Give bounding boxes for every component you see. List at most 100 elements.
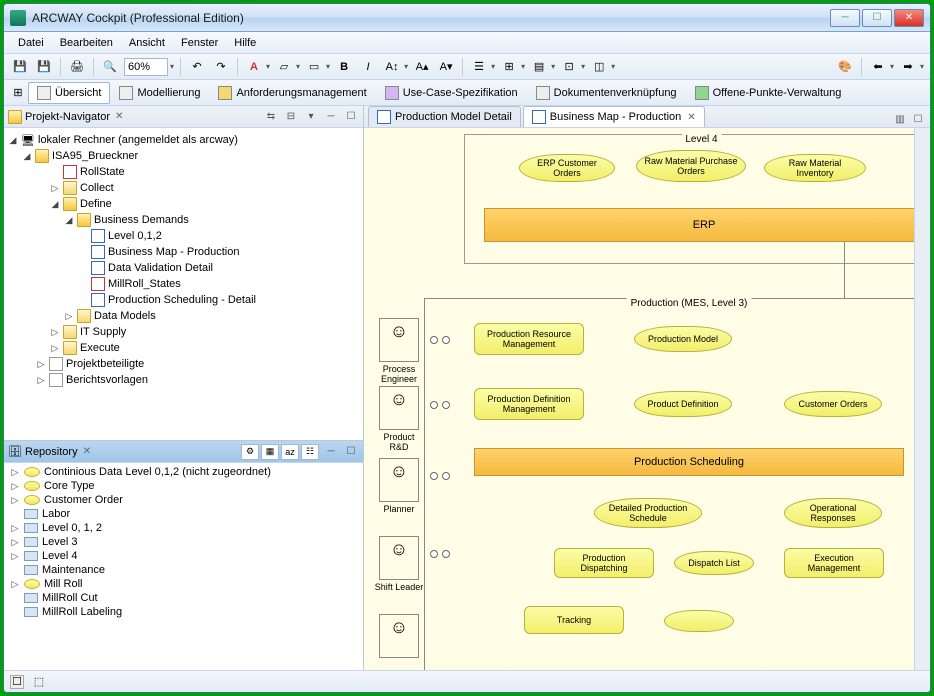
vertical-scrollbar[interactable] [914,128,930,670]
node-prod-def-mgmt[interactable]: Production Definition Management [474,388,584,420]
node-prod-model[interactable]: Production Model [634,326,732,352]
print-icon[interactable]: 🖨 [67,57,87,77]
node-erp-customer-orders[interactable]: ERP Customer Orders [519,154,615,182]
tree-item[interactable]: Data Models [94,310,156,322]
node-raw-mat-inv[interactable]: Raw Material Inventory [764,154,866,182]
zoom-dropdown-icon[interactable]: ▾ [170,62,174,71]
repo-item[interactable]: MillRoll Cut [42,592,98,604]
view-icon[interactable]: ▦ [261,444,279,460]
font-size-down-icon[interactable]: A▾ [436,57,456,77]
actor-process-engineer[interactable]: ☺Process Engineer [374,318,424,384]
close-button[interactable]: ✕ [894,9,924,27]
tree-item[interactable]: RollState [80,166,125,178]
snap-icon[interactable]: ◫ [589,57,609,77]
align-icon[interactable]: ☰ [469,57,489,77]
tree-item[interactable]: Collect [80,182,114,194]
node-prod-sched[interactable]: Production Scheduling [474,448,904,476]
save-all-icon[interactable]: 💾 [34,57,54,77]
node-customer-orders[interactable]: Customer Orders [784,391,882,417]
tree-item[interactable]: Data Validation Detail [108,262,213,274]
tree-item[interactable]: Production Scheduling - Detail [108,294,256,306]
tree-item[interactable]: Projektbeteiligte [66,358,144,370]
editor-tab-businessmap[interactable]: Business Map - Production✕ [523,106,705,127]
perspective-usecase[interactable]: Use-Case-Spezifikation [376,82,527,104]
repo-item[interactable]: Level 4 [42,550,77,562]
actor-planner[interactable]: ☺Planner [374,458,424,514]
perspective-uebersicht[interactable]: Übersicht [28,82,110,104]
zoom-tool-icon[interactable]: 🔍 [100,57,120,77]
tree-item[interactable]: Level 0,1,2 [108,230,162,242]
editor-tab-detail[interactable]: Production Model Detail [368,106,521,127]
minimize-pane-icon[interactable]: ─ [323,444,339,460]
minimize-button[interactable]: ─ [830,9,860,27]
node-exec-mgmt[interactable]: Execution Management [784,548,884,578]
perspective-offenepunkte[interactable]: Offene-Punkte-Verwaltung [686,82,851,104]
node-prod-def[interactable]: Product Definition [634,391,732,417]
perspective-dokumente[interactable]: Dokumentenverknüpfung [527,82,686,104]
bold-icon[interactable]: B [334,57,354,77]
nav-fwd-icon[interactable]: ➡ [898,57,918,77]
node-unnamed[interactable] [664,610,734,632]
repository-tab-close-icon[interactable]: ✕ [83,446,91,457]
tree-item[interactable]: Berichtsvorlagen [66,374,148,386]
maximize-pane-icon[interactable]: ☐ [343,109,359,125]
repo-item[interactable]: Customer Order [44,494,123,506]
redo-icon[interactable]: ↷ [211,57,231,77]
maximize-pane-icon[interactable]: ☐ [343,444,359,460]
tree-project[interactable]: ISA95_Brueckner [52,150,138,162]
view-menu-icon[interactable]: ▾ [303,109,319,125]
perspective-modellierung[interactable]: Modellierung [110,82,209,104]
repo-item[interactable]: Continious Data Level 0,1,2 (nicht zugeo… [44,466,271,478]
tree-item[interactable]: Define [80,198,112,210]
repo-item[interactable]: Mill Roll [44,578,83,590]
grid-icon[interactable]: ⊞ [499,57,519,77]
font-size-up-icon[interactable]: A▴ [412,57,432,77]
repo-item[interactable]: MillRoll Labeling [42,606,122,618]
node-erp[interactable]: ERP [484,208,914,242]
menu-bearbeiten[interactable]: Bearbeiten [52,34,121,52]
repository-list[interactable]: ▷Continious Data Level 0,1,2 (nicht zuge… [4,463,363,670]
tree-item[interactable]: Business Map - Production [108,246,239,258]
actor-product-rd[interactable]: ☺Product R&D [374,386,424,452]
font-color-icon[interactable]: A [244,57,264,77]
status-icon-1[interactable]: ☐ [10,675,24,689]
repo-item[interactable]: Level 0, 1, 2 [42,522,102,534]
menu-fenster[interactable]: Fenster [173,34,226,52]
node-disp-list[interactable]: Dispatch List [674,551,754,575]
italic-icon[interactable]: I [358,57,378,77]
tree-item[interactable]: Business Demands [94,214,189,226]
actor-operator[interactable]: ☺ [374,614,424,660]
sort-az-icon[interactable]: aᴢ [281,444,299,460]
menu-datei[interactable]: Datei [10,34,52,52]
maximize-editor-icon[interactable]: ☐ [910,111,926,127]
node-op-resp[interactable]: Operational Responses [784,498,882,528]
node-raw-mat-po[interactable]: Raw Material Purchase Orders [636,150,746,182]
node-tracking[interactable]: Tracking [524,606,624,634]
group-icon[interactable]: ☷ [301,444,319,460]
menu-ansicht[interactable]: Ansicht [121,34,173,52]
repo-item[interactable]: Core Type [44,480,95,492]
zoom-field[interactable] [124,58,168,76]
fill-color-icon[interactable]: ▱ [274,57,294,77]
actor-shift-leader[interactable]: ☺Shift Leader [374,536,424,592]
project-navigator-tree[interactable]: ◢🖥lokaler Rechner (angemeldet als arcway… [4,128,363,440]
menu-hilfe[interactable]: Hilfe [226,34,264,52]
repo-item[interactable]: Maintenance [42,564,105,576]
node-prod-res-mgmt[interactable]: Production Resource Management [474,323,584,355]
node-det-prod-sched[interactable]: Detailed Production Schedule [594,498,702,528]
maximize-button[interactable]: ☐ [862,9,892,27]
font-size-icon[interactable]: A↕ [382,57,402,77]
nav-back-icon[interactable]: ⬅ [868,57,888,77]
node-prod-disp[interactable]: Production Dispatching [554,548,654,578]
repo-item[interactable]: Level 3 [42,536,77,548]
perspective-anforderung[interactable]: Anforderungsmanagement [209,82,375,104]
palette-icon[interactable]: ▥ [892,111,908,127]
color-palette-icon[interactable]: 🎨 [835,57,855,77]
link-editor-icon[interactable]: ⇆ [263,109,279,125]
layer-icon[interactable]: ▤ [529,57,549,77]
minimize-pane-icon[interactable]: ─ [323,109,339,125]
line-color-icon[interactable]: ▭ [304,57,324,77]
tree-item[interactable]: MillRoll_States [108,278,181,290]
save-icon[interactable]: 💾 [10,57,30,77]
repo-item[interactable]: Labor [42,508,70,520]
